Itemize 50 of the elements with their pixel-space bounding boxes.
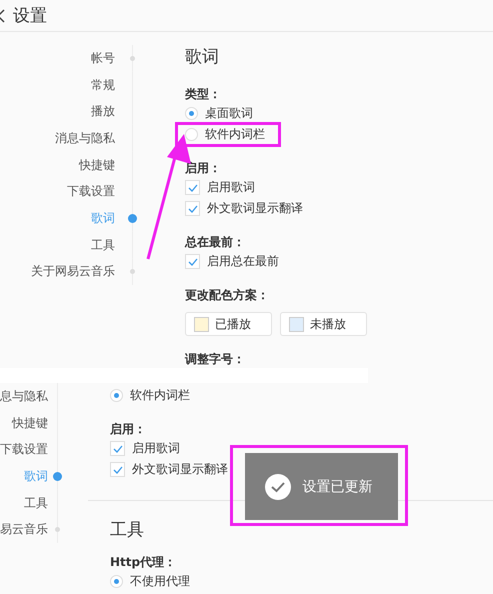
radio-button[interactable] <box>185 128 198 141</box>
group-label: 更改配色方案： <box>185 287 270 304</box>
sidebar-item[interactable]: 播放 <box>0 103 115 120</box>
option-label: 不使用代理 <box>130 573 190 590</box>
color-button[interactable]: 未播放 <box>280 312 367 336</box>
sidebar-item[interactable]: 消息与隐私 <box>0 130 115 147</box>
sidebar-item[interactable]: 关于网易云音乐 <box>0 263 115 280</box>
sidebar-item[interactable]: 下载设置 <box>0 441 48 458</box>
option-label: 桌面歌词 <box>205 105 253 122</box>
radio-button[interactable] <box>110 575 123 588</box>
checkmark-icon <box>188 204 198 212</box>
section-heading: 工具 <box>110 519 145 541</box>
checkbox[interactable] <box>185 180 200 195</box>
checkmark-icon <box>112 466 122 474</box>
section-heading: 歌词 <box>185 46 220 68</box>
option-label: 外文歌词显示翻译 <box>207 200 303 217</box>
checkbox[interactable] <box>110 462 125 477</box>
sidebar-item[interactable]: 常规 <box>0 76 115 94</box>
sidebar-item[interactable]: 快捷键 <box>0 414 48 432</box>
checkbox[interactable] <box>185 254 200 269</box>
sidebar-item[interactable]: 帐号 <box>0 50 115 67</box>
group-label: 启用： <box>185 160 222 177</box>
page-title: 设置 <box>13 5 47 27</box>
group-label: 启用： <box>110 421 147 438</box>
option-label: 启用歌词 <box>132 440 180 457</box>
option-label: 启用总在最前 <box>207 253 279 270</box>
option-label: 启用歌词 <box>207 179 255 196</box>
sidebar-item[interactable]: 下载设置 <box>0 183 115 200</box>
group-label: 总在最前： <box>185 234 246 251</box>
sidebar-item[interactable]: 工具 <box>0 494 48 512</box>
group-label: 类型： <box>185 86 222 103</box>
checkbox[interactable] <box>185 201 200 216</box>
toast-message: 设置已更新 <box>302 478 372 496</box>
radio-button[interactable] <box>110 389 123 402</box>
color-button[interactable]: 已播放 <box>185 312 272 336</box>
sidebar-item[interactable]: 易云音乐 <box>0 521 48 538</box>
checkbox[interactable] <box>110 441 125 456</box>
sidebar-item[interactable]: 工具 <box>0 236 115 254</box>
radio-button[interactable] <box>185 107 198 120</box>
checkmark-icon <box>188 184 198 192</box>
check-circle-icon <box>264 474 290 500</box>
option-label: 软件内词栏 <box>130 387 190 404</box>
sidebar-item[interactable]: 息与隐私 <box>0 388 48 405</box>
option-label: 软件内词栏 <box>205 126 265 143</box>
checkmark-icon <box>112 444 122 452</box>
option-label: 外文歌词显示翻译 <box>132 461 228 478</box>
group-label: 调整字号： <box>185 351 246 368</box>
sidebar-item[interactable]: 快捷键 <box>0 156 115 174</box>
checkmark-icon <box>188 258 198 266</box>
group-label: Http代理： <box>110 554 178 571</box>
